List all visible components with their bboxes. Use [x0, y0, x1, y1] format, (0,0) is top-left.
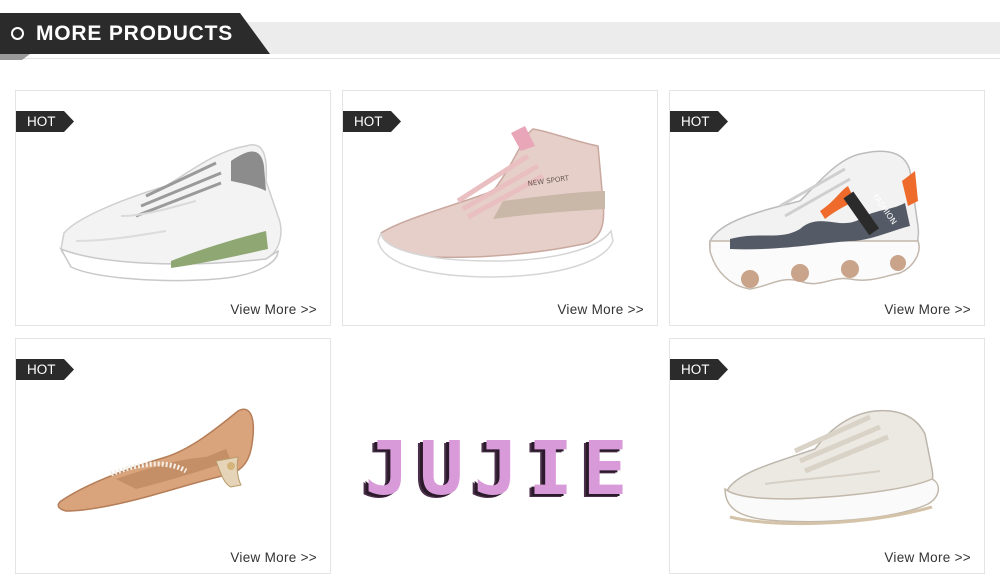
product-card-tan-flat[interactable]: HOT View More >>: [15, 338, 331, 574]
view-more-link[interactable]: View More >>: [230, 550, 317, 565]
hot-badge: HOT: [343, 111, 401, 132]
product-card-chunky-sneaker[interactable]: FASHION HOT View More >>: [669, 90, 985, 326]
view-more-link[interactable]: View More >>: [230, 302, 317, 317]
product-card-cream-sneaker[interactable]: HOT View More >>: [669, 338, 985, 574]
section-header: MORE PRODUCTS: [0, 0, 1000, 62]
section-title: MORE PRODUCTS: [36, 22, 234, 45]
view-more-link[interactable]: View More >>: [884, 550, 971, 565]
header-divider: [0, 58, 1000, 59]
circle-bullet-icon: [11, 27, 24, 40]
hot-badge: HOT: [16, 359, 74, 380]
hot-badge: HOT: [670, 111, 728, 132]
view-more-link[interactable]: View More >>: [557, 302, 644, 317]
header-tab-shadow: [0, 54, 30, 60]
brand-logo-tile: JUJIE: [342, 338, 660, 576]
hot-badge: HOT: [670, 359, 728, 380]
product-card-pink-sneaker[interactable]: NEW SPORT HOT View More >>: [342, 90, 658, 326]
brand-logo: JUJIE: [364, 426, 638, 512]
hot-badge: HOT: [16, 111, 74, 132]
product-card-white-sneaker[interactable]: HOT View More >>: [15, 90, 331, 326]
view-more-link[interactable]: View More >>: [884, 302, 971, 317]
